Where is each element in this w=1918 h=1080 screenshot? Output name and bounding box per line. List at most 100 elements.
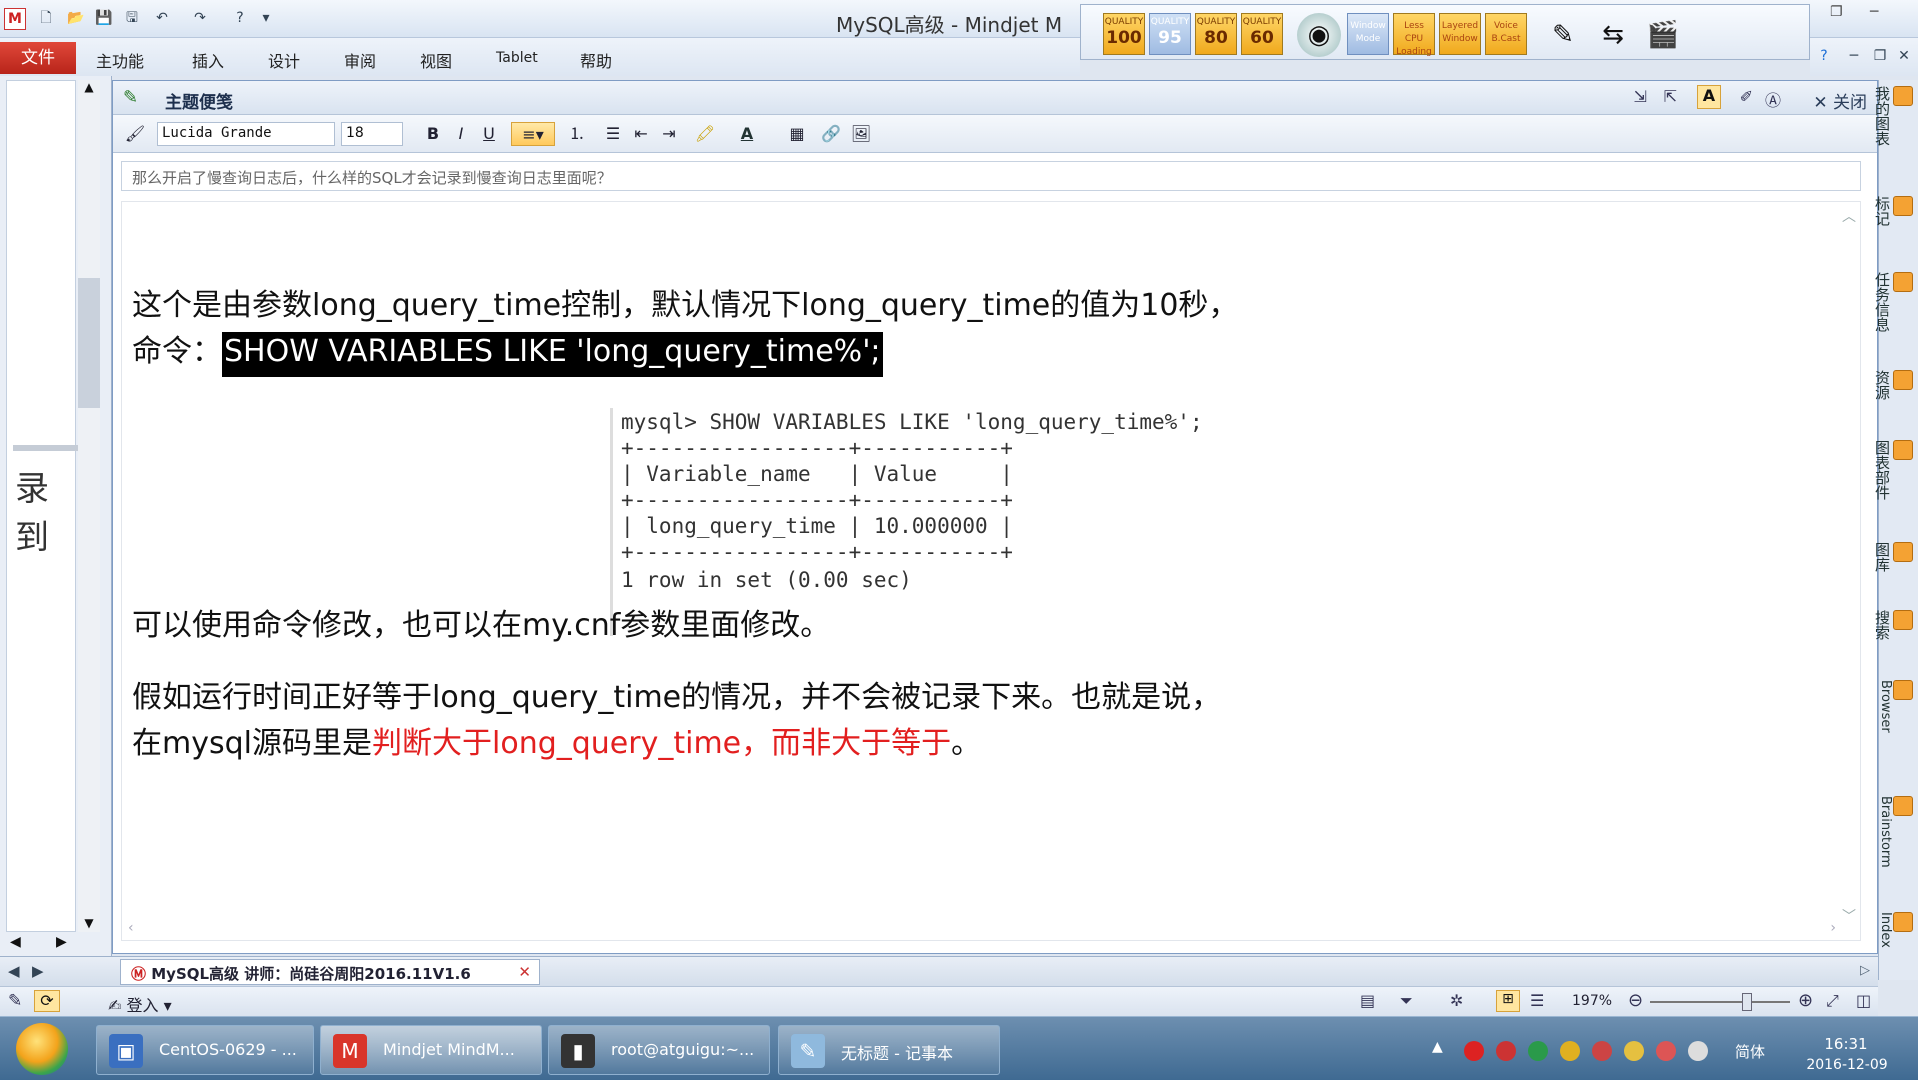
font-color-icon[interactable]: A (735, 122, 759, 146)
scroll-left-icon[interactable]: ‹ (128, 920, 134, 936)
tray-app-icon[interactable] (1496, 1041, 1516, 1061)
back-arrow-icon[interactable]: ◀ (8, 962, 20, 980)
save-icon[interactable]: 💾 (94, 8, 114, 28)
map-vertical-scrollbar[interactable]: ▲ ▼ (78, 80, 100, 932)
tray-record-icon[interactable] (1464, 1041, 1484, 1061)
brainstorm-tab[interactable]: Brainstorm (1878, 796, 1913, 868)
scroll-up-icon[interactable]: ︿ (1840, 206, 1858, 226)
voice-bcast-button[interactable]: Voice B.Cast (1485, 13, 1527, 55)
notes-horizontal-scrollbar[interactable]: ‹ › (124, 920, 1840, 938)
login-button[interactable]: ✍ 登入 ▾ (108, 992, 172, 1016)
zoom-slider-thumb[interactable] (1742, 993, 1752, 1011)
taskbar-mindjet[interactable]: M Mindjet MindM... (320, 1025, 542, 1075)
zoom-in-icon[interactable]: ⊕ (1798, 990, 1813, 1011)
tab-scroll-right-icon[interactable]: ▷ (1860, 963, 1870, 978)
customize-dropdown-icon[interactable]: ▾ (256, 8, 276, 28)
close-notes-button[interactable]: ✕ 关闭 (1813, 88, 1867, 113)
quality-80-button[interactable]: QUALITY 80 (1195, 13, 1237, 55)
zoom-out-icon[interactable]: ⊖ (1628, 990, 1643, 1011)
export-notes-icon[interactable]: ⇱ (1664, 87, 1677, 106)
clock-time[interactable]: 16:31 (1796, 1035, 1896, 1053)
selected-command-text[interactable]: SHOW VARIABLES LIKE 'long_query_time%'; (222, 332, 883, 377)
record-dial-icon[interactable]: ◉ (1297, 13, 1341, 57)
decrease-indent-button[interactable]: ⇤ (629, 122, 653, 146)
start-button[interactable] (16, 1023, 68, 1075)
scrollbar-thumb[interactable] (78, 278, 100, 408)
close-tab-icon[interactable]: ✕ (518, 963, 531, 981)
quality-95-button[interactable]: QUALITY 95 (1149, 13, 1191, 55)
tray-expand-icon[interactable]: ▲ (1432, 1039, 1443, 1055)
map-parts-tab[interactable]: 图表部件 (1873, 440, 1913, 500)
tray-power-icon[interactable] (1688, 1041, 1708, 1061)
resources-tab[interactable]: 资源 (1873, 370, 1913, 400)
layout-icon[interactable]: ▤ (1360, 991, 1375, 1010)
notes-document[interactable]: 这个是由参数long_query_time控制，默认情况下long_query_… (121, 201, 1861, 941)
underline-button[interactable]: U (477, 122, 501, 146)
sync-icon[interactable]: ⟳ (34, 990, 60, 1012)
screen-swap-icon[interactable]: ⇆ (1591, 13, 1635, 57)
input-method-indicator[interactable]: 简体 (1735, 1041, 1765, 1062)
scroll-down-icon[interactable]: ﹀ (1840, 906, 1858, 926)
forward-arrow-icon[interactable]: ▶ (32, 962, 44, 980)
layered-window-button[interactable]: Layered Window (1439, 13, 1481, 55)
open-folder-icon[interactable]: 📂 (66, 8, 86, 28)
format-painter-icon[interactable]: 🖌 (123, 122, 147, 146)
library-tab[interactable]: 图库 (1873, 542, 1913, 572)
tab-help[interactable]: 帮助 (580, 48, 612, 72)
increase-indent-button[interactable]: ⇥ (657, 122, 681, 146)
insert-image-icon[interactable]: 🖼 (849, 122, 873, 146)
tab-view[interactable]: 视图 (420, 48, 452, 72)
map-view-icon[interactable]: ⊞ (1496, 990, 1520, 1012)
window-mode-button[interactable]: Window Mode (1347, 13, 1389, 55)
taskbar-notepad[interactable]: ✎ 无标题 - 记事本 (778, 1025, 1000, 1075)
restore-window-icon[interactable]: ❐ (1830, 4, 1843, 20)
clock-date[interactable]: 2016-12-09 (1792, 1057, 1902, 1073)
help-icon[interactable]: ? (1814, 46, 1834, 66)
font-family-select[interactable]: Lucida Grande (157, 122, 335, 146)
map-canvas[interactable]: 录到 (6, 80, 83, 932)
tab-review[interactable]: 审阅 (344, 48, 376, 72)
tab-home[interactable]: 主功能 (96, 48, 144, 72)
scroll-left-icon[interactable]: ◀ (10, 934, 21, 950)
bold-button[interactable]: B (421, 122, 445, 146)
undo-icon[interactable]: ↶ (152, 8, 172, 28)
doc-minimize-icon[interactable]: ─ (1844, 46, 1864, 66)
minimize-window-icon[interactable]: ─ (1870, 4, 1878, 20)
insert-table-icon[interactable]: ▦ (785, 122, 809, 146)
pen-icon[interactable]: ✎ (8, 991, 22, 1011)
tray-security-icon[interactable] (1528, 1041, 1548, 1061)
clapper-icon[interactable]: 🎬 (1641, 13, 1685, 57)
doc-close-icon[interactable]: ✕ (1894, 46, 1914, 66)
pen-tool-icon[interactable]: ✎ (1541, 13, 1585, 57)
new-file-icon[interactable]: 🗋 (36, 8, 56, 28)
search-tab[interactable]: 搜索 (1873, 610, 1913, 640)
tray-update-icon[interactable] (1560, 1041, 1580, 1061)
balance-map-icon[interactable]: ✲ (1450, 991, 1463, 1010)
tab-tablet[interactable]: Tablet (496, 50, 538, 66)
browser-tab[interactable]: Browser (1878, 680, 1913, 733)
scroll-right-icon[interactable]: ▶ (56, 934, 67, 950)
filter-icon[interactable]: ⏷ (1400, 991, 1413, 1011)
task-info-tab[interactable]: 任务信息 (1873, 272, 1913, 332)
clear-format-icon[interactable]: Ⓐ (1765, 87, 1781, 111)
tab-insert[interactable]: 插入 (192, 48, 224, 72)
redo-icon[interactable]: ↷ (190, 8, 210, 28)
panel-toggle-icon[interactable]: ◫ (1856, 991, 1871, 1010)
less-cpu-button[interactable]: Less CPU Loading (1393, 13, 1435, 57)
help-box-icon[interactable]: ? (230, 8, 250, 28)
notes-vertical-scrollbar[interactable]: ︿ ﹀ (1840, 206, 1858, 926)
font-size-select[interactable]: 18 (341, 122, 403, 146)
document-tab[interactable]: Ⓜ MySQL高级 讲师：尚硅谷周阳2016.11V1.6 ✕ (120, 959, 540, 985)
my-maps-tab[interactable]: 我的图表 (1873, 86, 1913, 146)
map-topic-fragment[interactable]: 录到 (15, 461, 75, 559)
import-notes-icon[interactable]: ⇲ (1634, 87, 1647, 106)
taskbar-vmware[interactable]: ▣ CentOS-0629 - ... (96, 1025, 314, 1075)
quality-60-button[interactable]: QUALITY 60 (1241, 13, 1283, 55)
doc-restore-icon[interactable]: ❐ (1870, 46, 1890, 66)
font-style-icon[interactable]: A (1697, 85, 1721, 109)
tray-network-icon[interactable] (1592, 1041, 1612, 1061)
highlight-color-icon[interactable]: 🖍 (693, 122, 717, 146)
tab-file[interactable]: 文件 (0, 42, 76, 74)
insert-link-icon[interactable]: 🔗 (819, 122, 843, 146)
scroll-right-icon[interactable]: › (1830, 920, 1836, 936)
